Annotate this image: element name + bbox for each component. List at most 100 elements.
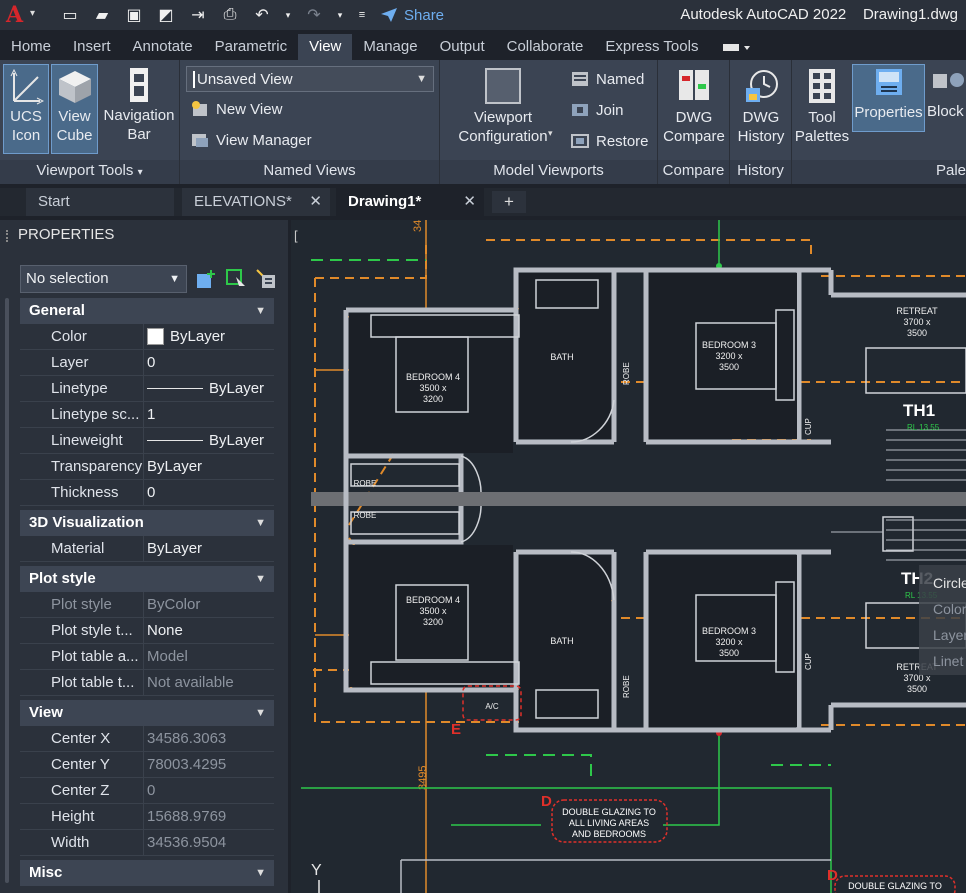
palette-grip-icon[interactable] xyxy=(6,230,9,242)
property-key: Layer xyxy=(20,350,144,375)
tab-manage[interactable]: Manage xyxy=(352,34,428,60)
save-icon[interactable]: ▣ xyxy=(124,5,144,25)
save-as-icon[interactable]: ◩ xyxy=(156,5,176,25)
new-tab-button[interactable]: + xyxy=(492,191,526,213)
dwg-compare-button[interactable]: DWG Compare xyxy=(662,64,726,156)
property-row-linetype[interactable]: Linetype ByLayer xyxy=(20,376,274,402)
view-cube-label: View Cube xyxy=(56,108,93,144)
open-folder-icon[interactable]: ▰ xyxy=(92,5,112,25)
tab-parametric[interactable]: Parametric xyxy=(204,34,299,60)
property-row-linetype-scale[interactable]: Linetype sc... 1 xyxy=(20,402,274,428)
new-file-icon[interactable]: ▭ xyxy=(60,5,80,25)
quick-select-icon[interactable] xyxy=(254,267,278,291)
toggle-pickadd-icon[interactable] xyxy=(194,267,218,291)
property-value[interactable]: 1 xyxy=(144,402,274,427)
property-key: Width xyxy=(20,830,144,855)
named-viewports-button[interactable]: Named xyxy=(570,70,644,88)
category-plot-style[interactable]: Plot style ▼ xyxy=(20,566,274,592)
view-cube-icon xyxy=(58,71,91,103)
color-swatch-icon xyxy=(147,328,164,345)
property-row-transparency[interactable]: Transparency ByLayer xyxy=(20,454,274,480)
ribbon-minimize-button[interactable] xyxy=(721,34,751,60)
close-tab-icon[interactable]: ✕ xyxy=(463,188,476,216)
property-value[interactable]: None xyxy=(144,618,274,643)
app-menu-chevron-icon[interactable]: ▾ xyxy=(30,8,35,19)
category-misc[interactable]: Misc ▼ xyxy=(20,860,274,886)
restore-viewports-button[interactable]: Restore xyxy=(570,132,649,150)
join-viewports-label: Join xyxy=(596,101,624,119)
autocad-logo-icon[interactable]: A xyxy=(6,4,28,26)
tab-home[interactable]: Home xyxy=(0,34,62,60)
note-line-4: DOUBLE GLAZING TO xyxy=(848,881,942,891)
property-row-thickness[interactable]: Thickness 0 xyxy=(20,480,274,506)
property-value[interactable]: 0 xyxy=(144,350,274,375)
property-value[interactable]: ByLayer xyxy=(144,428,274,453)
property-row-plot-style-table[interactable]: Plot style t... None xyxy=(20,618,274,644)
close-tab-icon[interactable]: ✕ xyxy=(309,188,322,216)
room-size2-retreat-top: 3500 xyxy=(907,328,927,338)
import-icon[interactable]: ⇥ xyxy=(188,5,208,25)
property-key: Center X xyxy=(20,726,144,751)
undo-dropdown-icon[interactable]: ▾ xyxy=(284,10,292,21)
room-label-bedroom4-top: BEDROOM 4 xyxy=(406,372,460,382)
tab-output[interactable]: Output xyxy=(429,34,496,60)
category-general[interactable]: General ▼ xyxy=(20,298,274,324)
named-view-dropdown[interactable]: Unsaved View ▼ xyxy=(186,66,434,92)
select-objects-icon[interactable] xyxy=(224,267,248,291)
property-value[interactable]: ByLayer xyxy=(144,376,274,401)
redo-icon[interactable]: ↷ xyxy=(304,5,324,25)
viewport-tools-title[interactable]: Viewport Tools ▾ xyxy=(0,160,179,184)
customize-quick-access-icon[interactable]: ≡ xyxy=(356,9,368,21)
viewport-controls-label[interactable]: [ xyxy=(294,228,298,243)
tab-collaborate[interactable]: Collaborate xyxy=(496,34,595,60)
ucs-icon-button[interactable]: UCS Icon xyxy=(3,64,49,154)
doc-tab-elevations[interactable]: ELEVATIONS* ✕ xyxy=(182,188,330,216)
redo-dropdown-icon[interactable]: ▾ xyxy=(336,10,344,21)
category-3d-visualization[interactable]: 3D Visualization ▼ xyxy=(20,510,274,536)
view-manager-button[interactable]: View Manager xyxy=(190,131,312,149)
property-value[interactable]: 0 xyxy=(144,480,274,505)
viewport-config-dropdown-icon[interactable]: ▾ xyxy=(548,128,553,139)
doc-tab-drawing1[interactable]: Drawing1* ✕ xyxy=(336,188,484,216)
join-viewports-button[interactable]: Join xyxy=(570,101,624,119)
named-viewports-label: Named xyxy=(596,70,645,88)
dwg-compare-label: DWG Compare xyxy=(663,109,725,145)
selection-dropdown[interactable]: No selection ▼ xyxy=(20,265,187,293)
block-button[interactable]: Block xyxy=(927,64,966,132)
room-label-robe-left-top: ROBE xyxy=(354,479,377,488)
navigation-bar-button[interactable]: Navigation Bar xyxy=(100,64,178,154)
category-view[interactable]: View ▼ xyxy=(20,700,274,726)
property-value[interactable]: ByLayer xyxy=(144,454,274,479)
floor-plan-drawing[interactable]: [ 345 3495 BEDROOM 4 3500 x 3200 BEDROOM… xyxy=(291,220,966,893)
tool-palettes-button[interactable]: Tool Palettes xyxy=(794,64,850,156)
viewport-configuration-button[interactable]: Viewport Configuration xyxy=(448,64,558,156)
property-value[interactable]: ByLayer xyxy=(144,536,274,561)
dwg-history-button[interactable]: DWG History xyxy=(732,64,790,156)
property-key: Plot style t... xyxy=(20,618,144,643)
property-row-plot-style[interactable]: Plot style ByColor xyxy=(20,592,274,618)
tab-insert[interactable]: Insert xyxy=(62,34,122,60)
property-row-color[interactable]: Color ByLayer xyxy=(20,324,274,350)
room-size2-bedroom4-top: 3200 xyxy=(423,394,443,404)
property-row-lineweight[interactable]: Lineweight ByLayer xyxy=(20,428,274,454)
share-button[interactable]: Share xyxy=(380,7,444,24)
panel-model-viewports: Viewport Configuration ▾ Named Join Rest… xyxy=(440,60,658,184)
tab-annotate[interactable]: Annotate xyxy=(122,34,204,60)
tab-express-tools[interactable]: Express Tools xyxy=(594,34,709,60)
ribbon-panel: UCS Icon View Cube Navigation Bar Viewpo… xyxy=(0,60,966,184)
undo-icon[interactable]: ↶ xyxy=(252,5,272,25)
property-row-layer[interactable]: Layer 0 xyxy=(20,350,274,376)
new-view-button[interactable]: New View xyxy=(190,100,282,118)
drawing-canvas[interactable]: [ 345 3495 BEDROOM 4 3500 x 3200 BEDROOM… xyxy=(291,220,966,893)
print-icon[interactable]: ⎙ xyxy=(220,6,240,24)
property-row-material[interactable]: Material ByLayer xyxy=(20,536,274,562)
room-label-bedroom3-top: BEDROOM 3 xyxy=(702,340,756,350)
property-value[interactable]: ByLayer xyxy=(144,324,274,349)
corridor-strip xyxy=(311,492,966,506)
tab-view[interactable]: View xyxy=(298,34,353,60)
view-cube-button[interactable]: View Cube xyxy=(51,64,98,154)
property-row-width: Width 34536.9504 xyxy=(20,830,274,856)
doc-tab-start[interactable]: Start xyxy=(26,188,174,216)
properties-button[interactable]: Properties xyxy=(852,64,925,132)
palette-scrollbar[interactable] xyxy=(5,298,9,883)
